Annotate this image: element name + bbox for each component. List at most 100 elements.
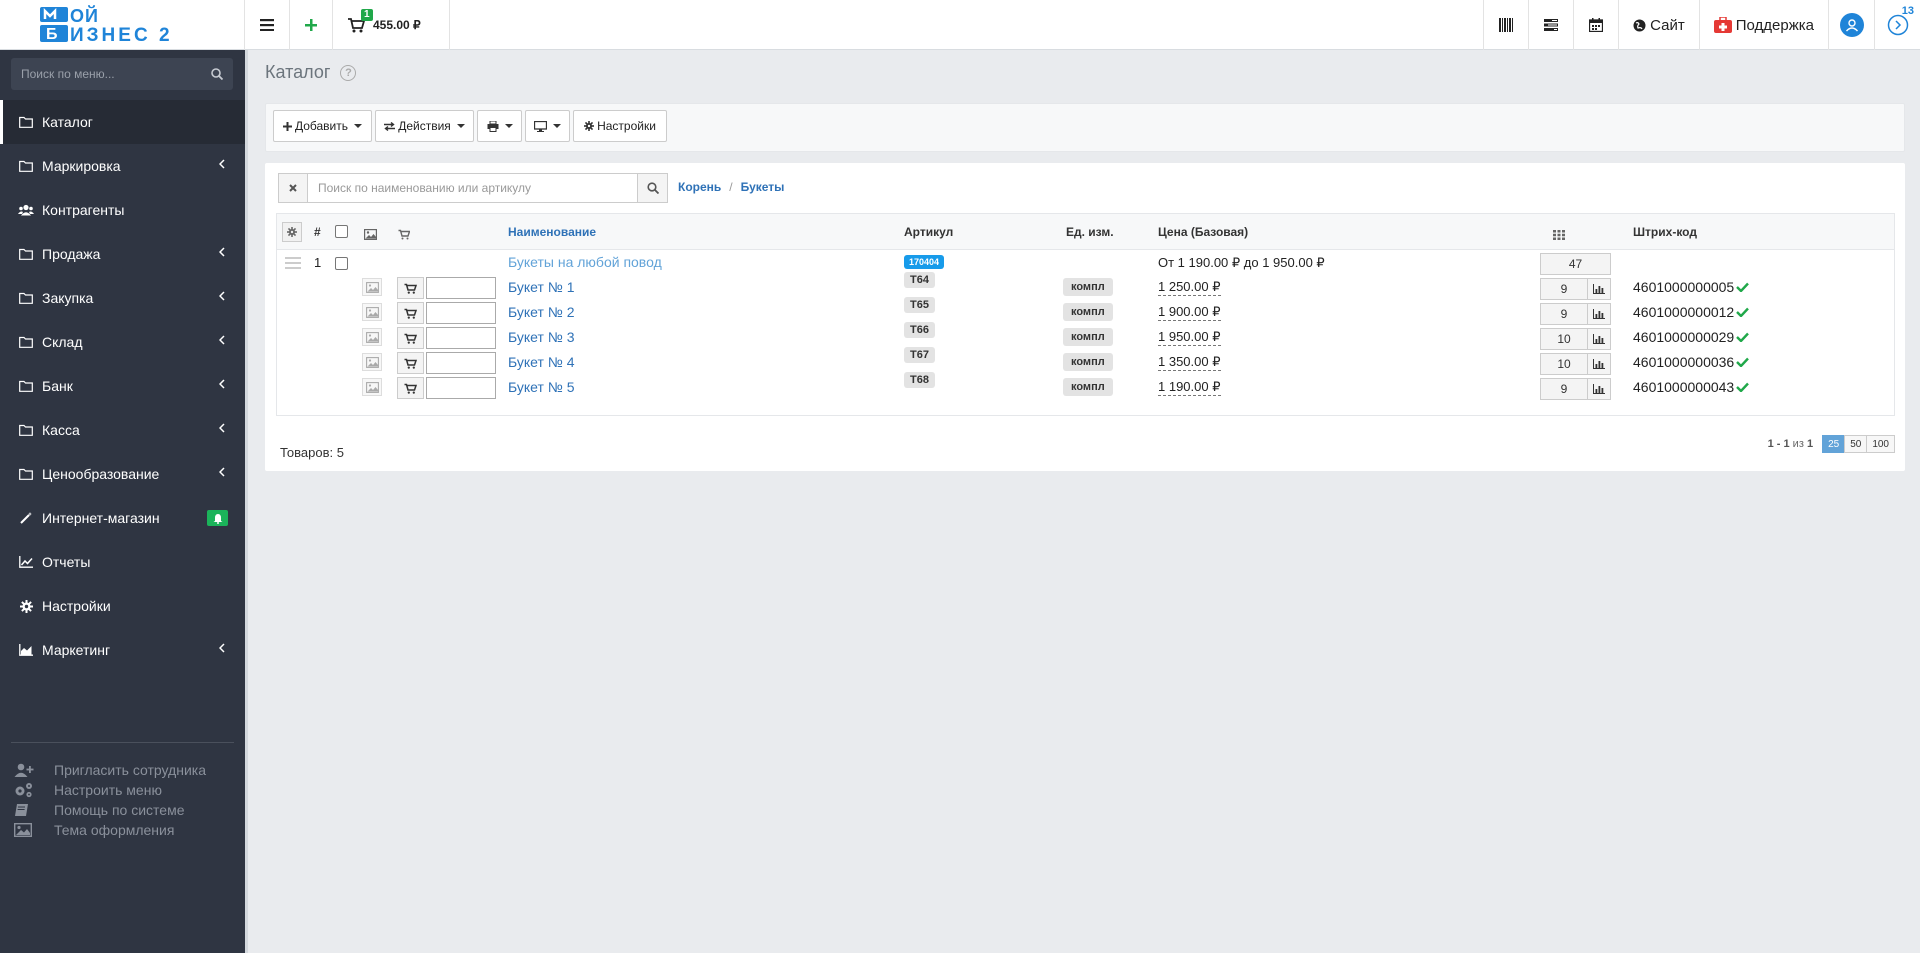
product-name-link[interactable]: Букет № 1 (508, 279, 574, 295)
check-icon (1736, 357, 1750, 367)
sidebar-item-marking[interactable]: Маркировка (0, 144, 245, 188)
stock-chart-button[interactable] (1588, 353, 1611, 375)
product-image-placeholder[interactable] (362, 278, 382, 296)
cart-quantity-input[interactable] (426, 352, 496, 374)
quick-add-button[interactable] (290, 0, 333, 50)
add-to-cart-button[interactable] (397, 302, 424, 324)
header-barcode: Штрих-код (1633, 225, 1697, 239)
price-value[interactable]: 1 900.00 ₽ (1158, 304, 1221, 321)
header-name[interactable]: Наименование (508, 225, 596, 239)
add-to-cart-button[interactable] (397, 352, 424, 374)
profile-button[interactable] (1828, 0, 1874, 50)
sidebar-edge (245, 50, 248, 953)
system-help-link[interactable]: Помощь по системе (14, 800, 206, 820)
menu-toggle-button[interactable] (245, 0, 290, 50)
sidebar-item-settings[interactable]: Настройки (0, 584, 245, 628)
tasks-button[interactable] (1528, 0, 1573, 50)
cart-quantity-input[interactable] (426, 327, 496, 349)
check-icon (1736, 382, 1750, 392)
notifications-count: 13 (1901, 5, 1914, 17)
sidebar-item-bank[interactable]: Банк (0, 364, 245, 408)
sidebar: Поиск по меню... Каталог Маркировка Конт… (0, 50, 245, 953)
cart-quantity-input[interactable] (426, 277, 496, 299)
print-button[interactable] (477, 110, 522, 142)
product-name-link[interactable]: Букет № 4 (508, 354, 574, 370)
product-name-link[interactable]: Букет № 3 (508, 329, 574, 345)
breadcrumb-current[interactable]: Букеты (741, 180, 785, 194)
site-button[interactable]: Сайт (1618, 0, 1699, 50)
settings-button[interactable]: Настройки (573, 110, 667, 142)
sidebar-item-reports[interactable]: Отчеты (0, 540, 245, 584)
actions-button[interactable]: Действия (375, 110, 474, 142)
cart-button[interactable]: 1 455.00 ₽ (333, 0, 450, 50)
catalog-toolbar: Добавить Действия Настройки (265, 103, 1905, 152)
drag-handle-icon[interactable] (285, 256, 301, 272)
calendar-button[interactable] (1573, 0, 1618, 50)
pagination-total: 1 (1806, 438, 1814, 450)
article-badge: Т66 (904, 322, 935, 338)
select-all-checkbox[interactable] (335, 225, 348, 238)
stock-chart-button[interactable] (1588, 278, 1611, 300)
product-image-placeholder[interactable] (362, 303, 382, 321)
logo[interactable]: ОЙ Б ИЗНЕС 2 (0, 0, 245, 50)
tasks-icon (1544, 19, 1559, 31)
product-name-link[interactable]: Букет № 5 (508, 379, 574, 395)
theme-link[interactable]: Тема оформления (14, 820, 206, 840)
sidebar-item-purchase[interactable]: Закупка (0, 276, 245, 320)
barcode-value: 4601000000012 (1633, 304, 1735, 320)
stock-chart-button[interactable] (1588, 328, 1611, 350)
cart-quantity-input[interactable] (426, 302, 496, 324)
support-button[interactable]: Поддержка (1698, 0, 1828, 50)
price-value[interactable]: 1 250.00 ₽ (1158, 279, 1221, 296)
invite-employee-link[interactable]: Пригласить сотрудника (14, 760, 206, 780)
price-value[interactable]: 1 950.00 ₽ (1158, 329, 1221, 346)
sidebar-item-cashbox[interactable]: Касса (0, 408, 245, 452)
notifications-button[interactable]: 13 (1874, 0, 1920, 50)
product-image-placeholder[interactable] (362, 378, 382, 396)
sidebar-item-catalog[interactable]: Каталог (0, 100, 245, 144)
display-button[interactable] (525, 110, 570, 142)
sidebar-item-warehouse[interactable]: Склад (0, 320, 245, 364)
page-size-25[interactable]: 25 (1822, 435, 1846, 453)
add-button[interactable]: Добавить (273, 110, 372, 142)
breadcrumb-root[interactable]: Корень (678, 180, 721, 194)
product-image-placeholder[interactable] (362, 328, 382, 346)
price-value[interactable]: 1 190.00 ₽ (1158, 379, 1221, 396)
image-icon (364, 229, 378, 241)
sidebar-item-online-store[interactable]: Интернет-магазин (0, 496, 245, 540)
folder-icon (19, 116, 33, 128)
configure-menu-link[interactable]: Настроить меню (14, 780, 206, 800)
product-image-placeholder[interactable] (362, 353, 382, 371)
clear-search-button[interactable] (278, 173, 308, 203)
sidebar-item-label: Склад (42, 334, 83, 350)
header-number: # (314, 225, 321, 239)
catalog-search-input[interactable]: Поиск по наименованию или артикулу (308, 173, 638, 203)
menu-search-input[interactable]: Поиск по меню... (11, 58, 233, 90)
cart-quantity-input[interactable] (426, 377, 496, 399)
bar-chart-icon (1593, 359, 1605, 369)
row-checkbox[interactable] (335, 257, 348, 270)
add-to-cart-button[interactable] (397, 327, 424, 349)
add-button-label: Добавить (294, 119, 349, 133)
cart-total: 455.00 ₽ (373, 18, 421, 32)
sidebar-item-marketing[interactable]: Маркетинг (0, 628, 245, 672)
price-value[interactable]: 1 350.00 ₽ (1158, 354, 1221, 371)
add-to-cart-button[interactable] (397, 277, 424, 299)
page-size-100[interactable]: 100 (1866, 435, 1895, 453)
stock-chart-button[interactable] (1588, 303, 1611, 325)
barcode-button[interactable] (1483, 0, 1528, 50)
product-name-link[interactable]: Букет № 2 (508, 304, 574, 320)
group-name-link[interactable]: Букеты на любой повод (508, 254, 662, 270)
catalog-search-button[interactable] (638, 173, 668, 203)
users-icon (18, 204, 34, 216)
help-icon[interactable]: ? (340, 64, 357, 81)
sidebar-item-contractors[interactable]: Контрагенты (0, 188, 245, 232)
add-to-cart-button[interactable] (397, 377, 424, 399)
group-article-badge: 170404 (904, 255, 945, 269)
columns-settings-button[interactable] (282, 222, 302, 242)
page-size-50[interactable]: 50 (1844, 435, 1868, 453)
sidebar-item-sales[interactable]: Продажа (0, 232, 245, 276)
sidebar-item-pricing[interactable]: Ценообразование (0, 452, 245, 496)
folder-icon (19, 248, 33, 260)
stock-chart-button[interactable] (1588, 378, 1611, 400)
